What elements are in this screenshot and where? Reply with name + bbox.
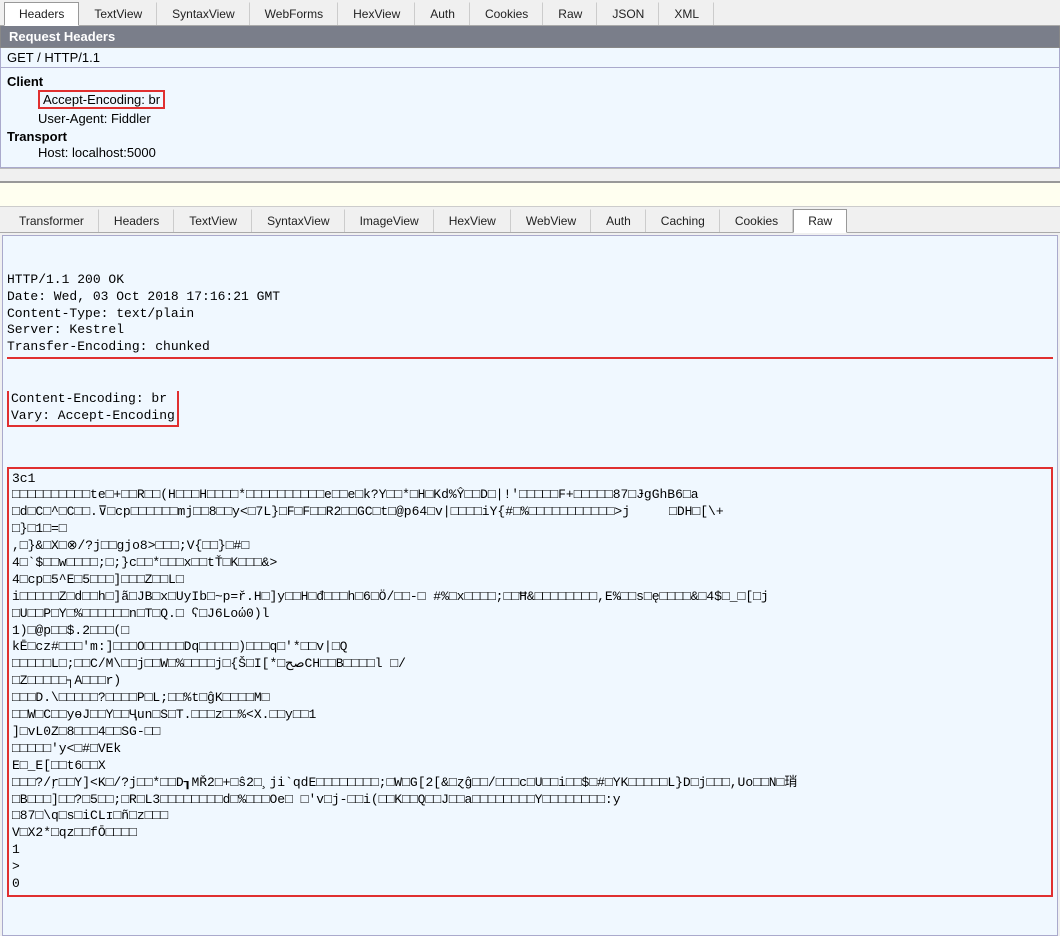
tab-xml[interactable]: XML xyxy=(659,2,714,25)
header-group-transport: Transport xyxy=(7,129,1053,144)
response-panel: TransformerHeadersTextViewSyntaxViewImag… xyxy=(0,207,1060,936)
tab-json[interactable]: JSON xyxy=(597,2,659,25)
tab-caching[interactable]: Caching xyxy=(646,209,720,232)
tab-syntaxview[interactable]: SyntaxView xyxy=(157,2,249,25)
tab-imageview[interactable]: ImageView xyxy=(345,209,434,232)
tab-hexview[interactable]: HexView xyxy=(434,209,511,232)
header-line[interactable]: Host: localhost:5000 xyxy=(35,144,1053,161)
tab-syntaxview[interactable]: SyntaxView xyxy=(252,209,344,232)
tab-cookies[interactable]: Cookies xyxy=(720,209,793,232)
tab-headers[interactable]: Headers xyxy=(4,2,79,26)
tab-textview[interactable]: TextView xyxy=(174,209,252,232)
response-tabstrip: TransformerHeadersTextViewSyntaxViewImag… xyxy=(0,207,1060,233)
tab-raw[interactable]: Raw xyxy=(793,209,847,233)
request-panel: HeadersTextViewSyntaxViewWebFormsHexView… xyxy=(0,0,1060,169)
tab-hexview[interactable]: HexView xyxy=(338,2,415,25)
tab-cookies[interactable]: Cookies xyxy=(470,2,543,25)
request-headers-area: ClientAccept-Encoding: brUser-Agent: Fid… xyxy=(0,68,1060,168)
header-line[interactable]: Accept-Encoding: br xyxy=(35,89,1053,110)
response-raw-pane[interactable]: HTTP/1.1 200 OK Date: Wed, 03 Oct 2018 1… xyxy=(2,235,1058,936)
tab-webview[interactable]: WebView xyxy=(511,209,591,232)
response-body-block: 3c1 □□□□□□□□□□te□+□□R□□(H□□□H□□□□*□□□□□□… xyxy=(7,467,1053,897)
tab-transformer[interactable]: Transformer xyxy=(4,209,99,232)
header-group-client: Client xyxy=(7,74,1053,89)
tab-webforms[interactable]: WebForms xyxy=(250,2,338,25)
splitter-bar[interactable] xyxy=(0,181,1060,207)
tab-headers[interactable]: Headers xyxy=(99,209,174,232)
tab-auth[interactable]: Auth xyxy=(415,2,470,25)
response-headers-highlighted: Content-Encoding: br Vary: Accept-Encodi… xyxy=(7,391,179,427)
request-headers-title: Request Headers xyxy=(0,26,1060,48)
tab-auth[interactable]: Auth xyxy=(591,209,646,232)
request-tabstrip: HeadersTextViewSyntaxViewWebFormsHexView… xyxy=(0,0,1060,26)
response-headers-top: HTTP/1.1 200 OK Date: Wed, 03 Oct 2018 1… xyxy=(7,272,1053,359)
tab-textview[interactable]: TextView xyxy=(79,2,157,25)
header-line[interactable]: User-Agent: Fiddler xyxy=(35,110,1053,127)
tab-raw[interactable]: Raw xyxy=(543,2,597,25)
request-line: GET / HTTP/1.1 xyxy=(0,48,1060,68)
